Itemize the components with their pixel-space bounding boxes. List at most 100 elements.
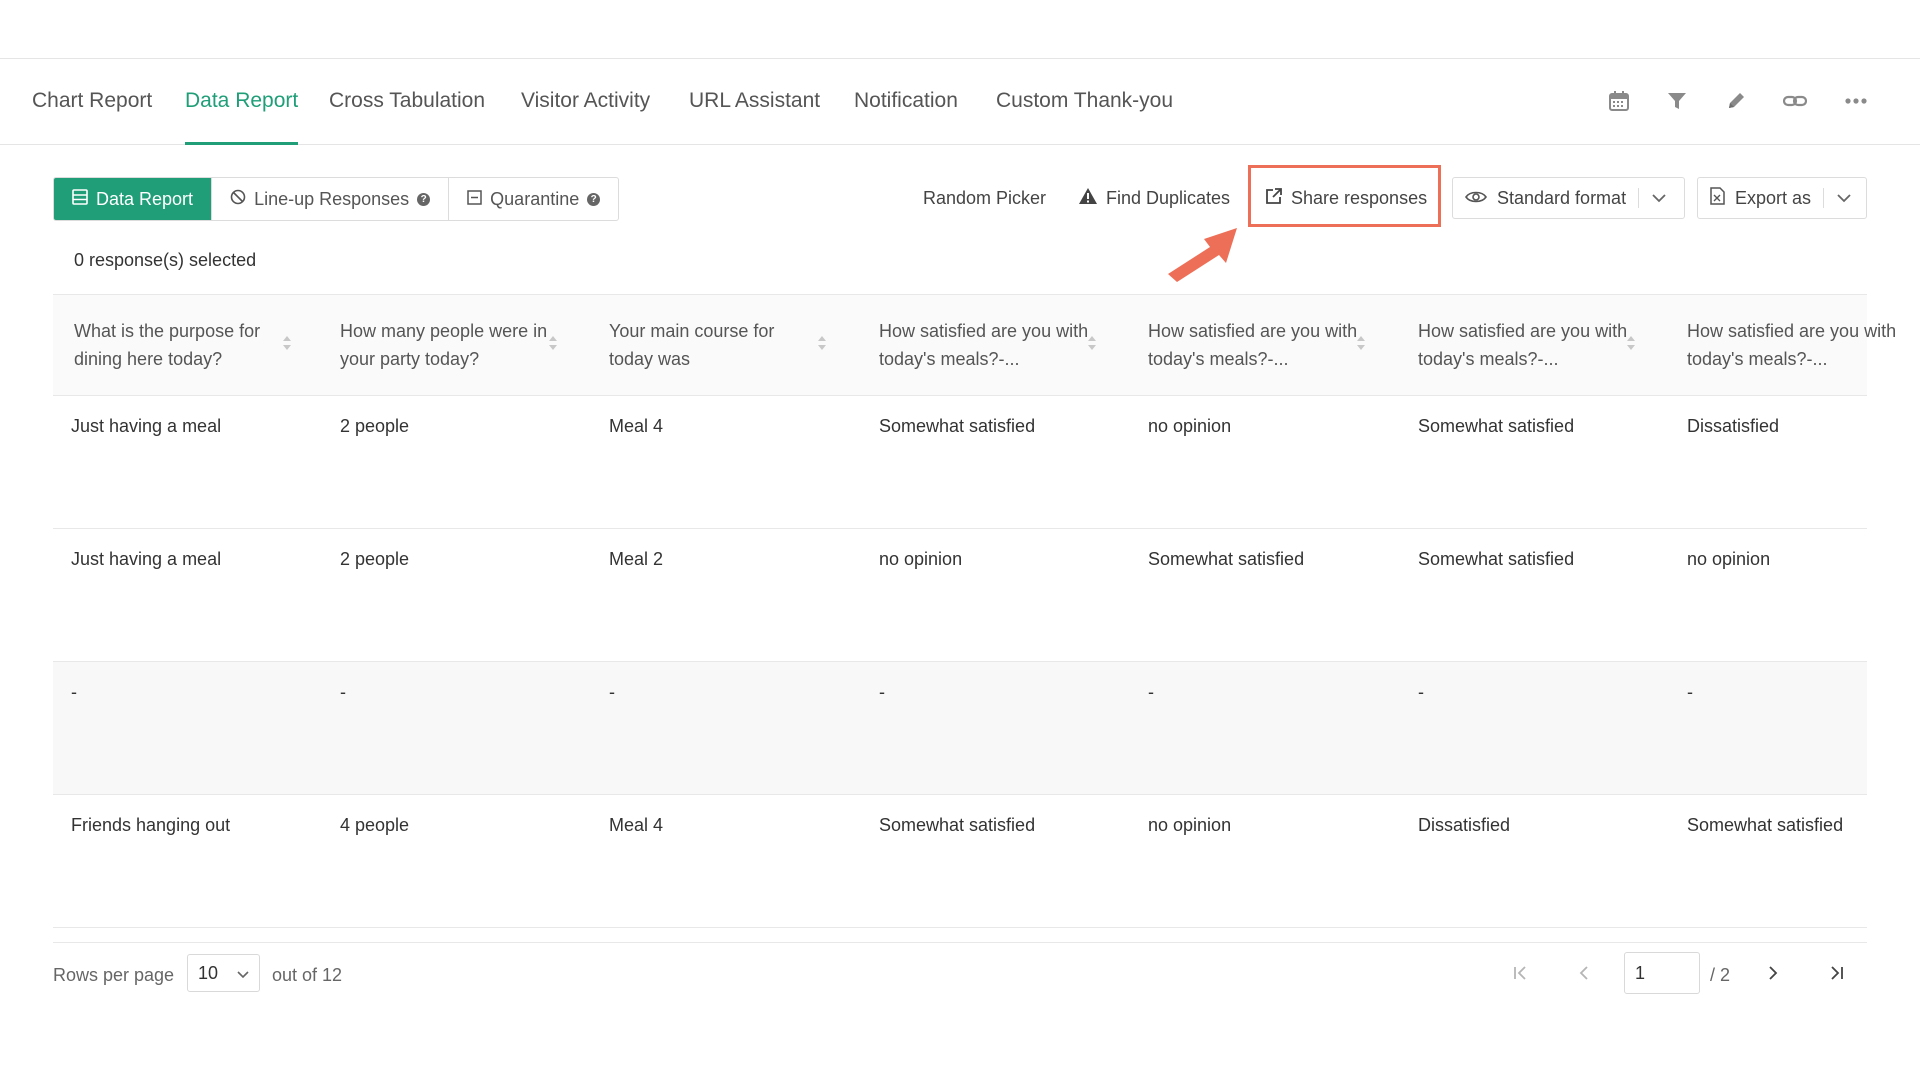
table-cell: Somewhat satisfied: [879, 815, 1036, 835]
table-cell: Just having a meal: [71, 549, 222, 569]
annotation-arrow: [1168, 228, 1237, 282]
table-cell: no opinion: [879, 549, 963, 569]
tab-notification[interactable]: Notification: [854, 59, 958, 144]
data-report-button[interactable]: Data Report: [54, 178, 213, 220]
table-row[interactable]: Just having a meal 2 people Meal 2 no op…: [53, 529, 1867, 662]
table-cell: Somewhat satisfied: [1418, 549, 1575, 569]
next-page-icon[interactable]: [1758, 958, 1788, 988]
responses-table: What is the purpose for dining here toda…: [53, 294, 1896, 928]
rows-per-page-label: Rows per page: [53, 965, 175, 985]
total-count: out of 12: [272, 965, 343, 985]
first-page-icon[interactable]: [1505, 958, 1535, 988]
table-cell: no opinion: [1148, 815, 1232, 835]
tab-custom-thank-you[interactable]: Custom Thank-you: [996, 59, 1173, 144]
standard-format-label: Standard format: [1497, 187, 1627, 208]
column-header[interactable]: How satisfied are you with today's meals…: [1148, 317, 1358, 373]
calendar-icon[interactable]: [1603, 85, 1635, 117]
sort-icon[interactable]: [1626, 335, 1636, 351]
table-cell: Somewhat satisfied: [1148, 549, 1305, 569]
pencil-icon[interactable]: [1720, 85, 1752, 117]
table-cell: Somewhat satisfied: [1687, 815, 1844, 835]
chevron-down-icon: [1824, 193, 1864, 203]
help-icon[interactable]: ?: [417, 192, 431, 206]
random-picker-button[interactable]: Random Picker: [923, 177, 1046, 219]
find-duplicates-button[interactable]: Find Duplicates: [1078, 177, 1230, 219]
quarantine-icon: [467, 189, 482, 210]
table-cell: Dissatisfied: [1687, 416, 1780, 436]
report-tabs: Chart Report Data Report Cross Tabulatio…: [0, 59, 1920, 145]
column-header[interactable]: How many people were in your party today…: [340, 317, 550, 373]
lineup-responses-label: Line-up Responses: [254, 188, 410, 209]
table-cell: Somewhat satisfied: [1418, 416, 1575, 436]
table-cell: -: [71, 682, 77, 702]
sort-icon[interactable]: [282, 335, 292, 351]
filter-icon[interactable]: [1661, 85, 1693, 117]
column-header[interactable]: Your main course for today was: [609, 317, 819, 373]
sort-icon[interactable]: [1356, 335, 1366, 351]
column-header[interactable]: How satisfied are you with today's meals…: [1687, 317, 1897, 373]
table-cell: -: [340, 682, 346, 702]
last-page-icon[interactable]: [1822, 958, 1852, 988]
table-cell: Meal 4: [609, 416, 664, 436]
quarantine-label: Quarantine: [490, 188, 580, 209]
quarantine-button[interactable]: Quarantine ?: [449, 178, 618, 220]
export-as-dropdown[interactable]: Export as: [1697, 177, 1867, 219]
rows-per-page-select[interactable]: 10: [187, 954, 260, 992]
table-row[interactable]: Just having a meal 2 people Meal 4 Somew…: [53, 396, 1867, 529]
prev-page-icon[interactable]: [1569, 958, 1599, 988]
page-number-input[interactable]: [1624, 952, 1700, 994]
share-responses-highlight: [1248, 165, 1441, 227]
column-header[interactable]: What is the purpose for dining here toda…: [74, 317, 284, 373]
selection-count: 0 response(s) selected: [74, 250, 257, 270]
random-picker-label: Random Picker: [923, 187, 1047, 208]
table-cell: no opinion: [1687, 549, 1771, 569]
chevron-down-icon: [1639, 193, 1679, 203]
table-cell: 2 people: [340, 549, 410, 569]
table-cell: Meal 4: [609, 815, 664, 835]
table-cell: 4 people: [340, 815, 410, 835]
table-row[interactable]: - - - - - - -: [53, 662, 1867, 795]
table-row[interactable]: Friends hanging out 4 people Meal 4 Some…: [53, 795, 1867, 928]
top-bar: [0, 0, 1920, 59]
link-icon[interactable]: [1779, 85, 1811, 117]
tab-url-assistant[interactable]: URL Assistant: [689, 59, 820, 144]
column-header[interactable]: How satisfied are you with today's meals…: [1418, 317, 1628, 373]
table-icon: [72, 188, 88, 210]
tab-chart-report[interactable]: Chart Report: [32, 59, 152, 144]
export-file-icon: [1710, 186, 1725, 210]
tab-data-report[interactable]: Data Report: [185, 59, 299, 145]
export-as-label: Export as: [1735, 187, 1812, 208]
tab-cross-tabulation[interactable]: Cross Tabulation: [329, 59, 485, 144]
footer-divider: [53, 942, 1867, 943]
view-toggle: Data Report Line-up Responses ? Quaranti…: [53, 177, 620, 221]
tab-visitor-activity[interactable]: Visitor Activity: [521, 59, 650, 144]
table-cell: -: [609, 682, 615, 702]
find-duplicates-label: Find Duplicates: [1106, 187, 1231, 208]
lineup-responses-button[interactable]: Line-up Responses ?: [212, 178, 450, 220]
table-cell: no opinion: [1148, 416, 1232, 436]
table-cell: -: [1148, 682, 1154, 702]
table-cell: -: [1687, 682, 1693, 702]
table-cell: Meal 2: [609, 549, 664, 569]
sort-icon[interactable]: [1087, 335, 1097, 351]
eye-icon: [1465, 188, 1487, 209]
table-cell: -: [879, 682, 885, 702]
table-header: What is the purpose for dining here toda…: [53, 294, 1896, 396]
help-icon[interactable]: ?: [587, 192, 601, 206]
standard-format-dropdown[interactable]: Standard format: [1452, 177, 1685, 219]
rows-per-page-value: 10: [198, 962, 219, 983]
chevron-down-icon: [237, 963, 249, 984]
table-cell: Just having a meal: [71, 416, 222, 436]
column-header[interactable]: How satisfied are you with today's meals…: [879, 317, 1089, 373]
table-cell: Friends hanging out: [71, 815, 231, 835]
table-cell: 2 people: [340, 416, 410, 436]
table-cell: Somewhat satisfied: [879, 416, 1036, 436]
total-pages: / 2: [1710, 965, 1731, 985]
warning-icon: [1078, 187, 1098, 210]
table-cell: Dissatisfied: [1418, 815, 1511, 835]
more-icon[interactable]: [1840, 85, 1872, 117]
sort-icon[interactable]: [548, 335, 558, 351]
sort-icon[interactable]: [817, 335, 827, 351]
data-report-label: Data Report: [96, 188, 194, 209]
table-cell: -: [1418, 682, 1424, 702]
